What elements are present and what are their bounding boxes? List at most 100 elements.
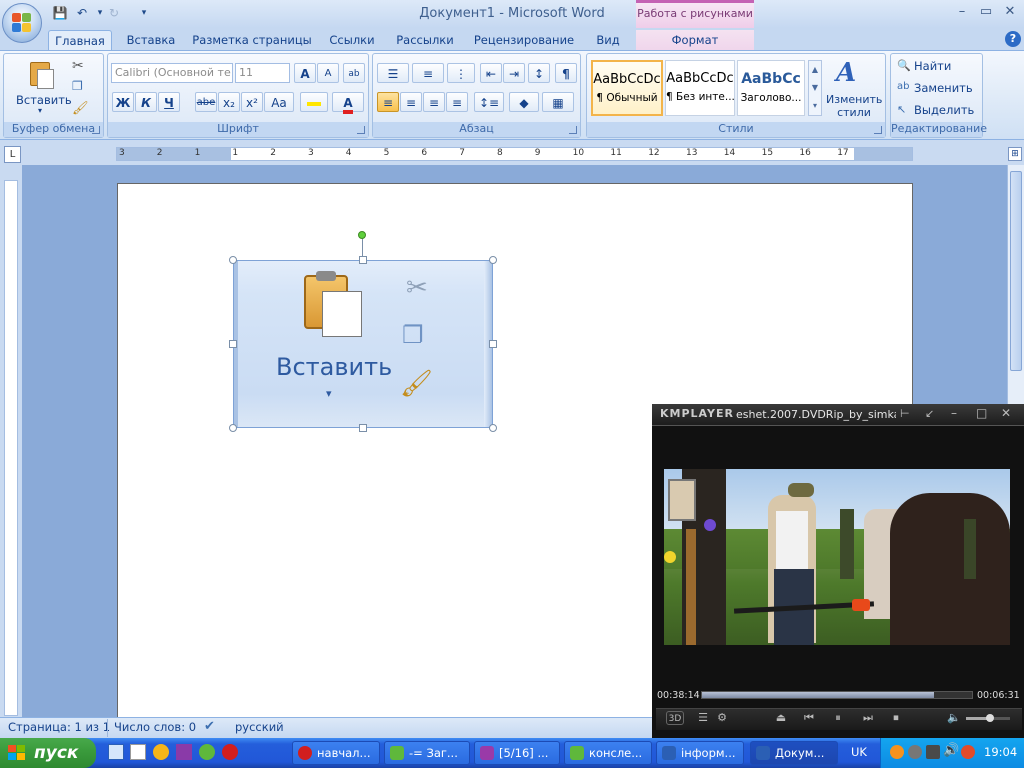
borders-icon[interactable]: ▦: [542, 92, 574, 112]
quicklaunch-opera-icon[interactable]: [222, 744, 238, 760]
tab-references[interactable]: Ссылки: [324, 30, 380, 50]
tray-network-icon[interactable]: [926, 745, 940, 759]
status-language[interactable]: русский: [235, 720, 284, 734]
previous-icon[interactable]: ⏮: [800, 711, 818, 725]
line-spacing-icon[interactable]: ↕≡: [474, 92, 504, 112]
tab-selector-icon[interactable]: L: [4, 146, 21, 163]
task-notes[interactable]: консле...: [564, 741, 652, 765]
format-painter-icon[interactable]: 🖌: [72, 101, 89, 116]
show-marks-button[interactable]: ¶: [555, 63, 577, 83]
volume-slider[interactable]: [966, 714, 1010, 722]
strikethrough-button[interactable]: abe: [195, 92, 217, 112]
style-heading[interactable]: AaBbCc Заголово...: [737, 60, 805, 116]
horizontal-ruler[interactable]: 3 2 1 1 2 3 4 5 6 7 8 9 10 11 12 13 14 15 16 17: [116, 147, 913, 161]
style-no-spacing[interactable]: AaBbCcDc ¶ Без инте...: [665, 60, 735, 116]
change-styles-label[interactable]: Изменить стили: [826, 93, 882, 119]
find-icon[interactable]: 🔍: [897, 59, 911, 72]
styles-launcher-icon[interactable]: [874, 126, 882, 134]
clipboard-launcher-icon[interactable]: [92, 126, 100, 134]
task-mail[interactable]: [5/16] ...: [474, 741, 560, 765]
volume-icon[interactable]: 🔈: [945, 711, 963, 725]
tray-security-icon[interactable]: [961, 745, 975, 759]
align-center-icon[interactable]: ≡: [400, 92, 422, 112]
help-icon[interactable]: ?: [1005, 31, 1021, 47]
kmplayer-minimize-icon[interactable]: –: [951, 406, 957, 420]
subscript-button[interactable]: x₂: [218, 92, 240, 112]
clipboard-paste-icon[interactable]: [28, 58, 56, 90]
quicklaunch-doc-icon[interactable]: [130, 744, 146, 760]
tab-insert[interactable]: Вставка: [122, 30, 180, 50]
stop-icon[interactable]: ⏹: [887, 711, 905, 725]
resize-handle-t[interactable]: [359, 256, 367, 264]
italic-button[interactable]: К: [135, 92, 157, 112]
kmplayer-pin-icon[interactable]: ⊢: [900, 407, 910, 420]
resize-handle-tl[interactable]: [229, 256, 237, 264]
multilevel-list-icon[interactable]: ⋮: [447, 63, 475, 83]
replace-icon[interactable]: ab: [897, 81, 909, 92]
quicklaunch-avast-icon[interactable]: [153, 744, 169, 760]
quicklaunch-torrent-icon[interactable]: [199, 744, 215, 760]
vertical-ruler[interactable]: [4, 180, 18, 716]
change-styles-icon[interactable]: A: [836, 58, 856, 88]
superscript-button[interactable]: x²: [241, 92, 263, 112]
bullets-icon[interactable]: ☰: [377, 63, 409, 83]
office-button[interactable]: [2, 3, 42, 43]
eject-icon[interactable]: ⏏: [772, 711, 790, 725]
status-words[interactable]: Число слов: 0: [114, 720, 196, 734]
task-opera[interactable]: навчал...: [292, 741, 380, 765]
maximize-button[interactable]: ▭: [976, 4, 996, 22]
resize-handle-br[interactable]: [489, 424, 497, 432]
paste-button-label[interactable]: Вставить: [16, 93, 72, 107]
tab-page-layout[interactable]: Разметка страницы: [188, 30, 316, 50]
show-desktop-icon[interactable]: [108, 744, 124, 760]
select-icon[interactable]: ↖: [897, 103, 906, 116]
paragraph-launcher-icon[interactable]: [569, 126, 577, 134]
font-size-combo[interactable]: 11: [235, 63, 290, 83]
quicklaunch-mail-icon[interactable]: [176, 744, 192, 760]
keyboard-language[interactable]: UK: [851, 745, 867, 759]
change-case-button[interactable]: Aa: [264, 92, 294, 112]
style-normal[interactable]: AaBbCcDc ¶ Обычный: [591, 60, 663, 116]
tray-avast-icon[interactable]: [890, 745, 904, 759]
start-button[interactable]: пуск: [0, 738, 96, 768]
kmplayer-close-icon[interactable]: ✕: [1001, 406, 1011, 420]
task-word-document[interactable]: Докум...: [750, 741, 838, 765]
task-word-inform[interactable]: інформ...: [656, 741, 744, 765]
view-ruler-icon[interactable]: ⊞: [1008, 147, 1022, 161]
next-icon[interactable]: ⏭: [859, 711, 877, 725]
spelling-check-icon[interactable]: ✔: [204, 719, 215, 734]
paste-dropdown-icon[interactable]: ▾: [38, 106, 42, 115]
settings-gear-icon[interactable]: ⚙: [713, 711, 731, 725]
resize-handle-r[interactable]: [489, 340, 497, 348]
underline-button[interactable]: Ч: [158, 92, 180, 112]
playlist-icon[interactable]: ☰: [694, 711, 712, 725]
font-launcher-icon[interactable]: [357, 126, 365, 134]
video-frame[interactable]: [664, 469, 1010, 645]
shrink-font-button[interactable]: A: [317, 63, 339, 83]
bold-button[interactable]: Ж: [112, 92, 134, 112]
decrease-indent-icon[interactable]: ⇤: [480, 63, 502, 83]
close-button[interactable]: ✕: [1000, 4, 1020, 22]
kmplayer-maximize-icon[interactable]: □: [976, 406, 987, 420]
numbering-icon[interactable]: ≡: [412, 63, 444, 83]
align-right-icon[interactable]: ≡: [423, 92, 445, 112]
resize-handle-b[interactable]: [359, 424, 367, 432]
minimize-button[interactable]: –: [952, 4, 972, 22]
justify-icon[interactable]: ≡: [446, 92, 468, 112]
replace-button[interactable]: Заменить: [914, 81, 973, 95]
highlight-icon[interactable]: [300, 92, 328, 112]
tab-mailings[interactable]: Рассылки: [392, 30, 458, 50]
status-page[interactable]: Страница: 1 из 1: [8, 720, 110, 734]
find-button[interactable]: Найти: [914, 59, 951, 73]
resize-handle-bl[interactable]: [229, 424, 237, 432]
clear-formatting-button[interactable]: ab: [343, 63, 365, 83]
font-color-icon[interactable]: A: [332, 92, 364, 114]
sort-icon[interactable]: ↕: [528, 63, 550, 83]
tab-view[interactable]: Вид: [590, 30, 626, 50]
selected-picture[interactable]: ✂ ❐ 🖌 Вставить ▾: [233, 260, 493, 428]
select-button[interactable]: Выделить: [914, 103, 974, 117]
cut-icon[interactable]: ✂: [72, 58, 84, 74]
copy-icon[interactable]: ❐: [72, 79, 83, 93]
kmplayer-compact-icon[interactable]: ↙: [925, 407, 934, 420]
pause-icon[interactable]: ⏸: [829, 711, 847, 725]
